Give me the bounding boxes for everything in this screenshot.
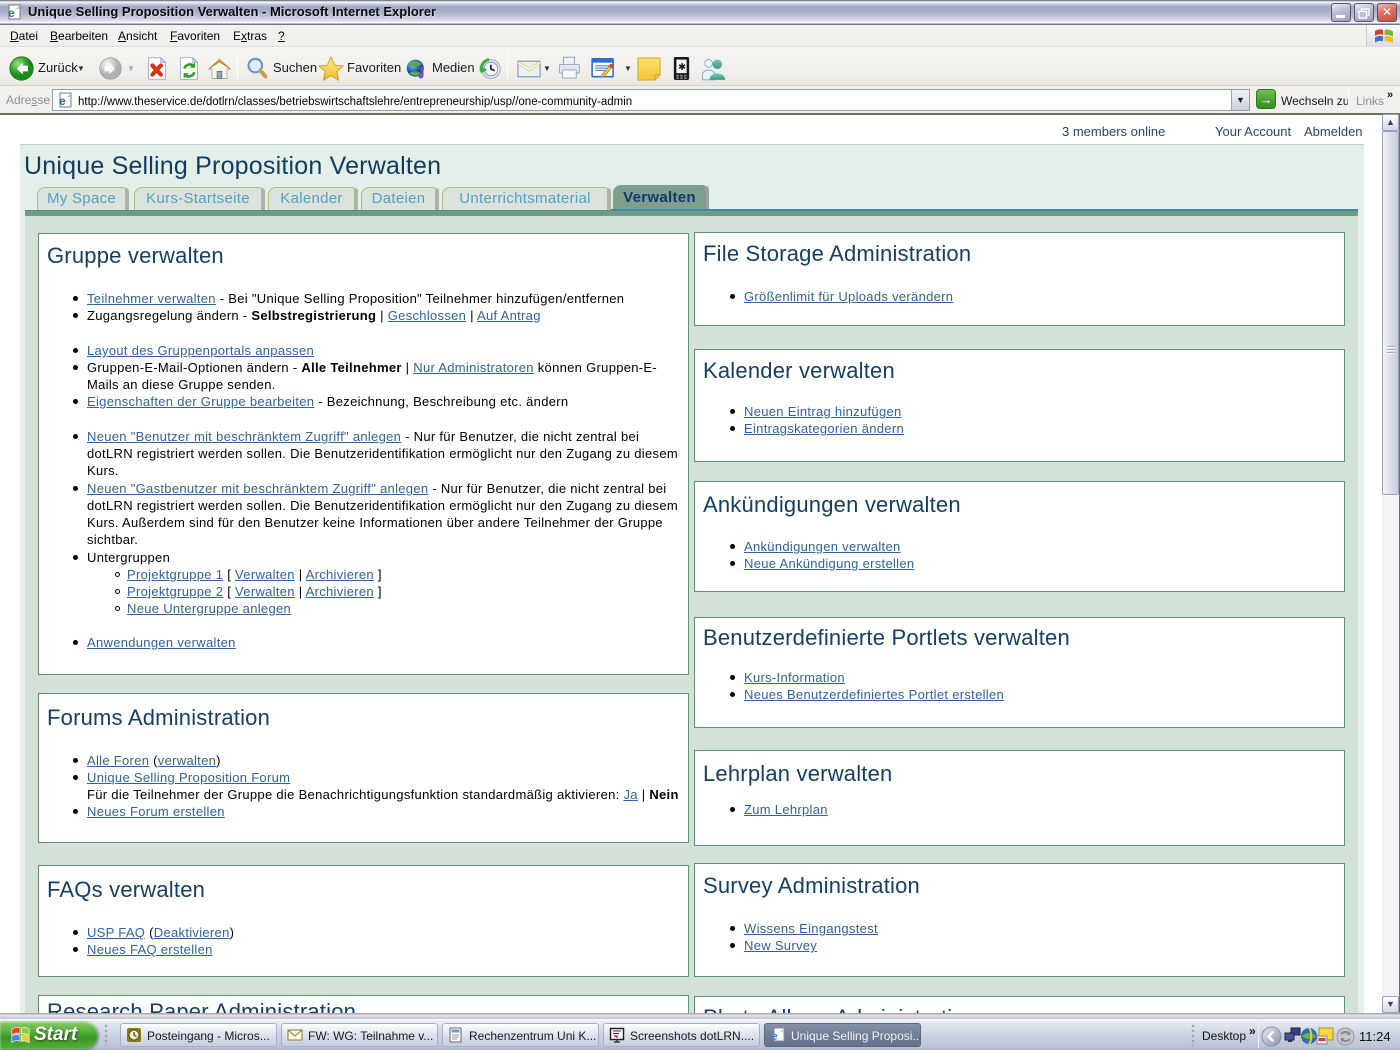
svg-text:✱: ✱ [678, 62, 686, 72]
svg-text:e: e [771, 1029, 778, 1043]
svg-text:e: e [59, 94, 66, 108]
svg-text:e: e [8, 6, 15, 20]
